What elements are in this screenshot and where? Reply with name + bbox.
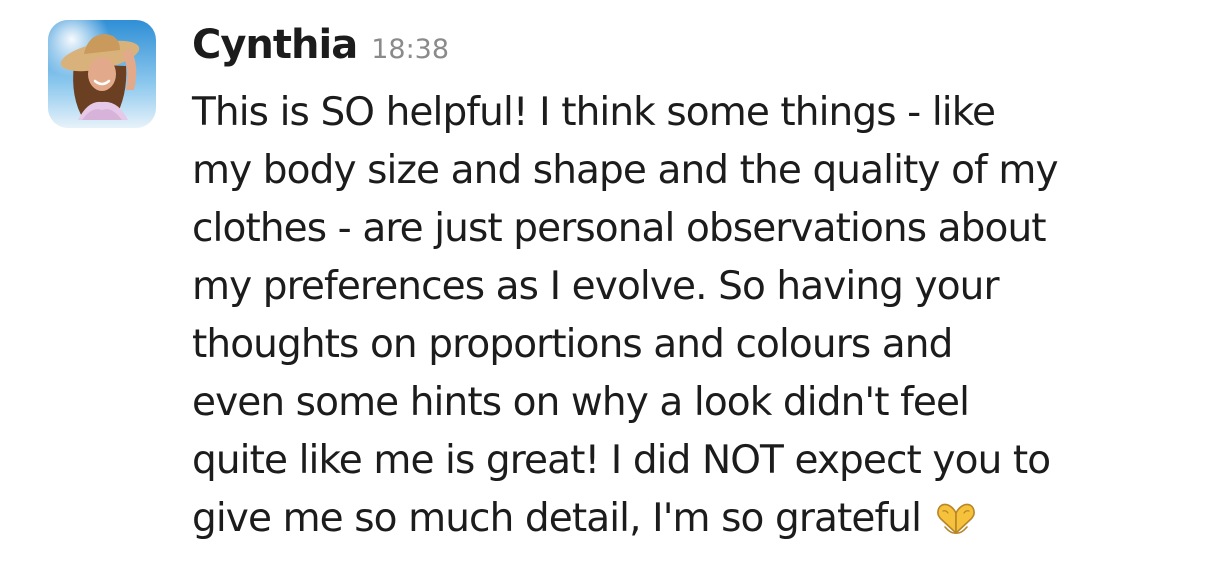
message-body: This is SO helpful! I think some things …	[192, 84, 1182, 548]
message-line: quite like me is great! I did NOT expect…	[192, 438, 1051, 483]
message-line: even some hints on why a look didn't fee…	[192, 380, 970, 425]
message-header: Cynthia 18:38	[192, 22, 449, 82]
message-line: This is SO helpful! I think some things …	[192, 90, 996, 135]
message-line: my preferences as I evolve. So having yo…	[192, 264, 1000, 309]
user-avatar[interactable]	[48, 20, 156, 128]
chat-message: Cynthia 18:38 This is SO helpful! I thin…	[0, 0, 1206, 566]
heart-hands-icon	[933, 497, 979, 537]
message-line: clothes - are just personal observations…	[192, 206, 1047, 251]
message-line: thoughts on proportions and colours and	[192, 322, 953, 367]
message-line: my body size and shape and the quality o…	[192, 148, 1059, 193]
message-last-line: give me so much detail, I'm so grateful	[192, 490, 1182, 548]
message-line: give me so much detail, I'm so grateful	[192, 496, 922, 541]
avatar-photo	[48, 20, 156, 128]
sender-name[interactable]: Cynthia	[192, 22, 358, 68]
message-timestamp[interactable]: 18:38	[371, 34, 449, 65]
